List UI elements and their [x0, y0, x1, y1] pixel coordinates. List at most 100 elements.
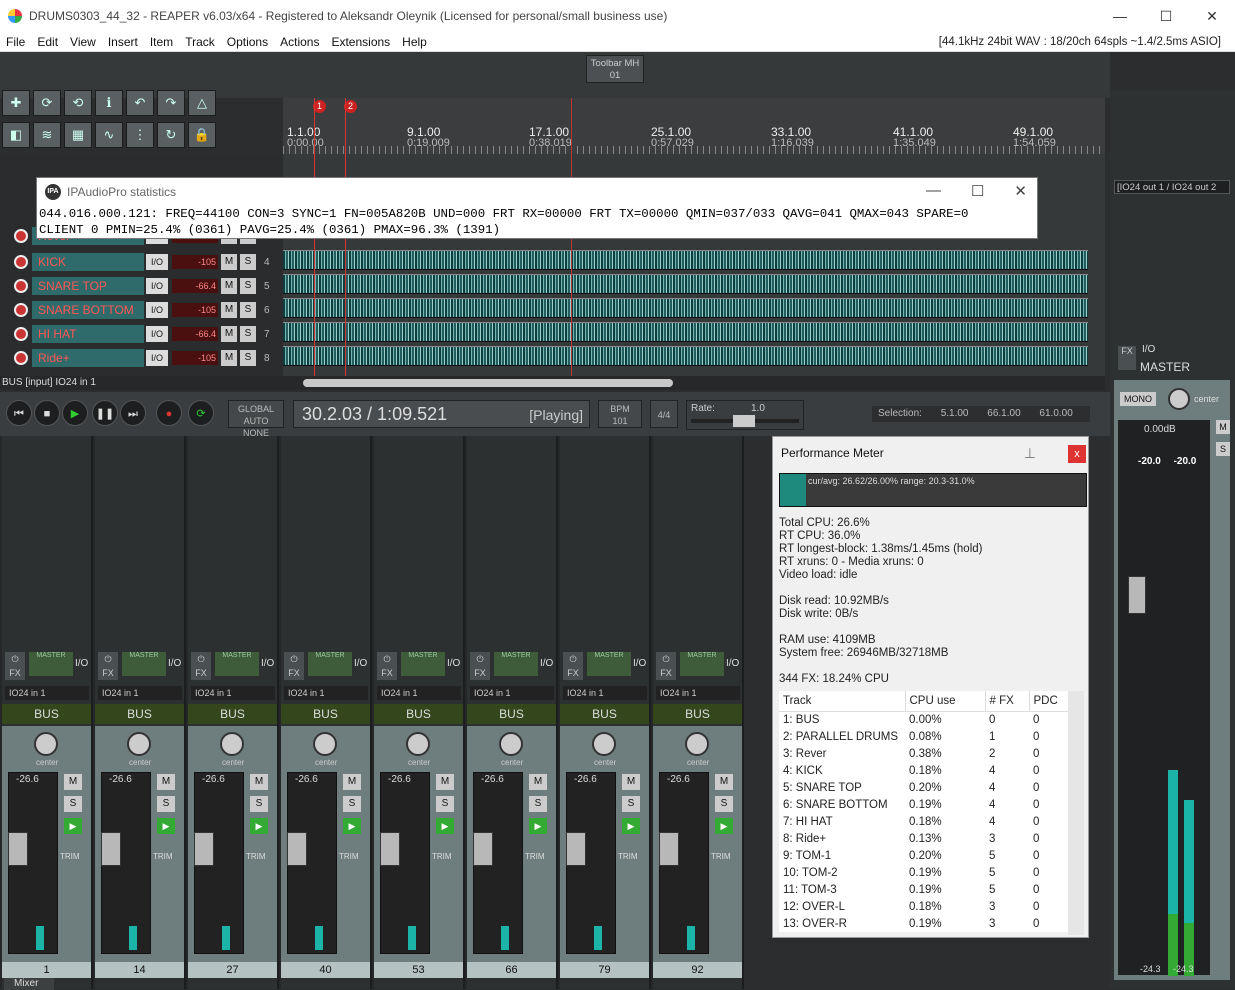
solo-button[interactable]: S [250, 796, 268, 812]
master-send-button[interactable]: MASTER [215, 652, 259, 676]
io-button[interactable]: I/O [168, 658, 181, 669]
menu-track[interactable]: Track [179, 35, 221, 49]
io-button[interactable]: I/O [726, 658, 739, 669]
phase-icon[interactable]: ▶ [436, 818, 454, 834]
repeat-icon[interactable]: ⟳ [188, 400, 214, 426]
table-row[interactable]: 9: TOM-1 0.20% 5 0 [779, 847, 1069, 864]
record-arm-icon[interactable] [14, 255, 28, 269]
mute-button[interactable]: M [250, 774, 268, 790]
fx-button[interactable]: ⏻ FX [470, 652, 490, 680]
toolbar-mh-button[interactable]: Toolbar MH 01 [586, 55, 644, 83]
scrollbar-thumb[interactable] [303, 379, 673, 387]
menu-file[interactable]: File [0, 35, 31, 49]
master-pan-knob[interactable] [1168, 388, 1190, 410]
input-selector[interactable]: IO24 in 1 [377, 686, 461, 700]
master-send-button[interactable]: MASTER [494, 652, 538, 676]
io-button[interactable]: I/O [633, 658, 646, 669]
fader-cap[interactable] [8, 832, 28, 866]
mute-button[interactable]: M [157, 774, 175, 790]
fx-button[interactable]: ⏻ FX [191, 652, 211, 680]
solo-button[interactable]: S [240, 254, 256, 270]
solo-button[interactable]: S [240, 302, 256, 318]
solo-button[interactable]: S [715, 796, 733, 812]
menu-actions[interactable]: Actions [274, 35, 325, 49]
master-io-button[interactable]: I/O [1142, 344, 1155, 355]
mute-button[interactable]: M [436, 774, 454, 790]
strip-track-name[interactable]: BUS [281, 704, 370, 724]
new-project-icon[interactable]: ✚ [2, 90, 30, 116]
close-button[interactable]: ✕ [1189, 0, 1235, 32]
record-arm-icon[interactable] [14, 279, 28, 293]
trim-label[interactable]: TRIM [711, 852, 731, 861]
input-selector[interactable]: IO24 in 1 [191, 686, 275, 700]
master-send-button[interactable]: MASTER [401, 652, 445, 676]
table-row[interactable]: 1: BUS 0.00% 0 0 [779, 711, 1069, 728]
solo-button[interactable]: S [529, 796, 547, 812]
master-solo-button[interactable]: S [1216, 442, 1230, 456]
phase-icon[interactable]: ▶ [157, 818, 175, 834]
timeline-ruler[interactable]: 1 2 1.1.00 0:00.00 9.1.00 0:19.009 17.1.00… [283, 98, 1105, 154]
master-send-button[interactable]: MASTER [122, 652, 166, 676]
master-send-button[interactable]: MASTER [680, 652, 724, 676]
mute-button[interactable]: M [221, 326, 237, 342]
phase-icon[interactable]: ▶ [250, 818, 268, 834]
trim-label[interactable]: TRIM [60, 852, 80, 861]
track-name[interactable]: Ride+ [32, 349, 144, 367]
master-fx-button[interactable]: FX [1118, 346, 1136, 370]
track-volume[interactable]: -66.4 [172, 327, 218, 341]
col-fx[interactable]: # FX [985, 691, 1030, 712]
strip-track-name[interactable]: BUS [374, 704, 463, 724]
solo-button[interactable]: S [64, 796, 82, 812]
col-track[interactable]: Track [779, 691, 906, 712]
trim-label[interactable]: TRIM [432, 852, 452, 861]
phase-icon[interactable]: ▶ [715, 818, 733, 834]
track-volume[interactable]: -105 [172, 351, 218, 365]
pan-knob[interactable] [34, 732, 58, 756]
pan-knob[interactable] [313, 732, 337, 756]
trim-label[interactable]: TRIM [525, 852, 545, 861]
input-selector[interactable]: IO24 in 1 [563, 686, 647, 700]
menu-options[interactable]: Options [221, 35, 274, 49]
fx-button[interactable]: ⏻ FX [284, 652, 304, 680]
table-row[interactable]: 7: HI HAT 0.18% 4 0 [779, 813, 1069, 830]
phase-icon[interactable]: ▶ [64, 818, 82, 834]
playrate-control[interactable]: Rate: 1.0 [686, 400, 804, 430]
strip-track-name[interactable]: BUS [95, 704, 184, 724]
fx-button[interactable]: ⏻ FX [656, 652, 676, 680]
io-button[interactable]: I/O [261, 658, 274, 669]
mixer-tab[interactable]: Mixer [4, 978, 54, 990]
table-row[interactable]: 12: OVER-L 0.18% 3 0 [779, 898, 1069, 915]
table-row[interactable]: 2: PARALLEL DRUMS 0.08% 1 0 [779, 728, 1069, 745]
table-row[interactable]: 3: Rever 0.38% 2 0 [779, 745, 1069, 762]
io-button[interactable]: I/O [75, 658, 88, 669]
solo-button[interactable]: S [436, 796, 454, 812]
ipa-maximize-button[interactable]: ☐ [971, 182, 984, 200]
record-arm-icon[interactable] [14, 303, 28, 317]
table-row[interactable]: 11: TOM-3 0.19% 5 0 [779, 881, 1069, 898]
phase-icon[interactable]: ▶ [343, 818, 361, 834]
io-button[interactable]: I/O [540, 658, 553, 669]
pan-knob[interactable] [220, 732, 244, 756]
go-to-start-icon[interactable]: ⏮ [6, 400, 32, 426]
track-row[interactable]: Ride+ I/O -105 M S 8 [14, 348, 274, 368]
open-project-icon[interactable]: ⟳ [33, 90, 61, 116]
mute-button[interactable]: M [221, 302, 237, 318]
mute-button[interactable]: M [221, 350, 237, 366]
audio-item[interactable] [283, 322, 1088, 342]
strip-track-name[interactable]: BUS [2, 704, 91, 724]
input-selector[interactable]: IO24 in 1 [284, 686, 368, 700]
track-volume[interactable]: -66.4 [172, 279, 218, 293]
undo-icon[interactable]: ↶ [126, 90, 154, 116]
perf-title[interactable]: Performance Meter [773, 437, 1088, 469]
record-arm-icon[interactable] [14, 229, 28, 243]
track-io-button[interactable]: I/O [146, 326, 168, 342]
solo-button[interactable]: S [240, 350, 256, 366]
metronome-icon[interactable]: △ [188, 90, 216, 116]
selection-display[interactable]: Selection: 5.1.00 66.1.00 61.0.00 [872, 406, 1090, 422]
ipa-title-bar[interactable]: IPA IPAudioPro statistics [37, 178, 1037, 206]
menu-edit[interactable]: Edit [31, 35, 64, 49]
strip-track-name[interactable]: BUS [188, 704, 277, 724]
master-send-button[interactable]: MASTER [587, 652, 631, 676]
solo-button[interactable]: S [240, 326, 256, 342]
loop-icon[interactable]: ↻ [157, 121, 185, 148]
